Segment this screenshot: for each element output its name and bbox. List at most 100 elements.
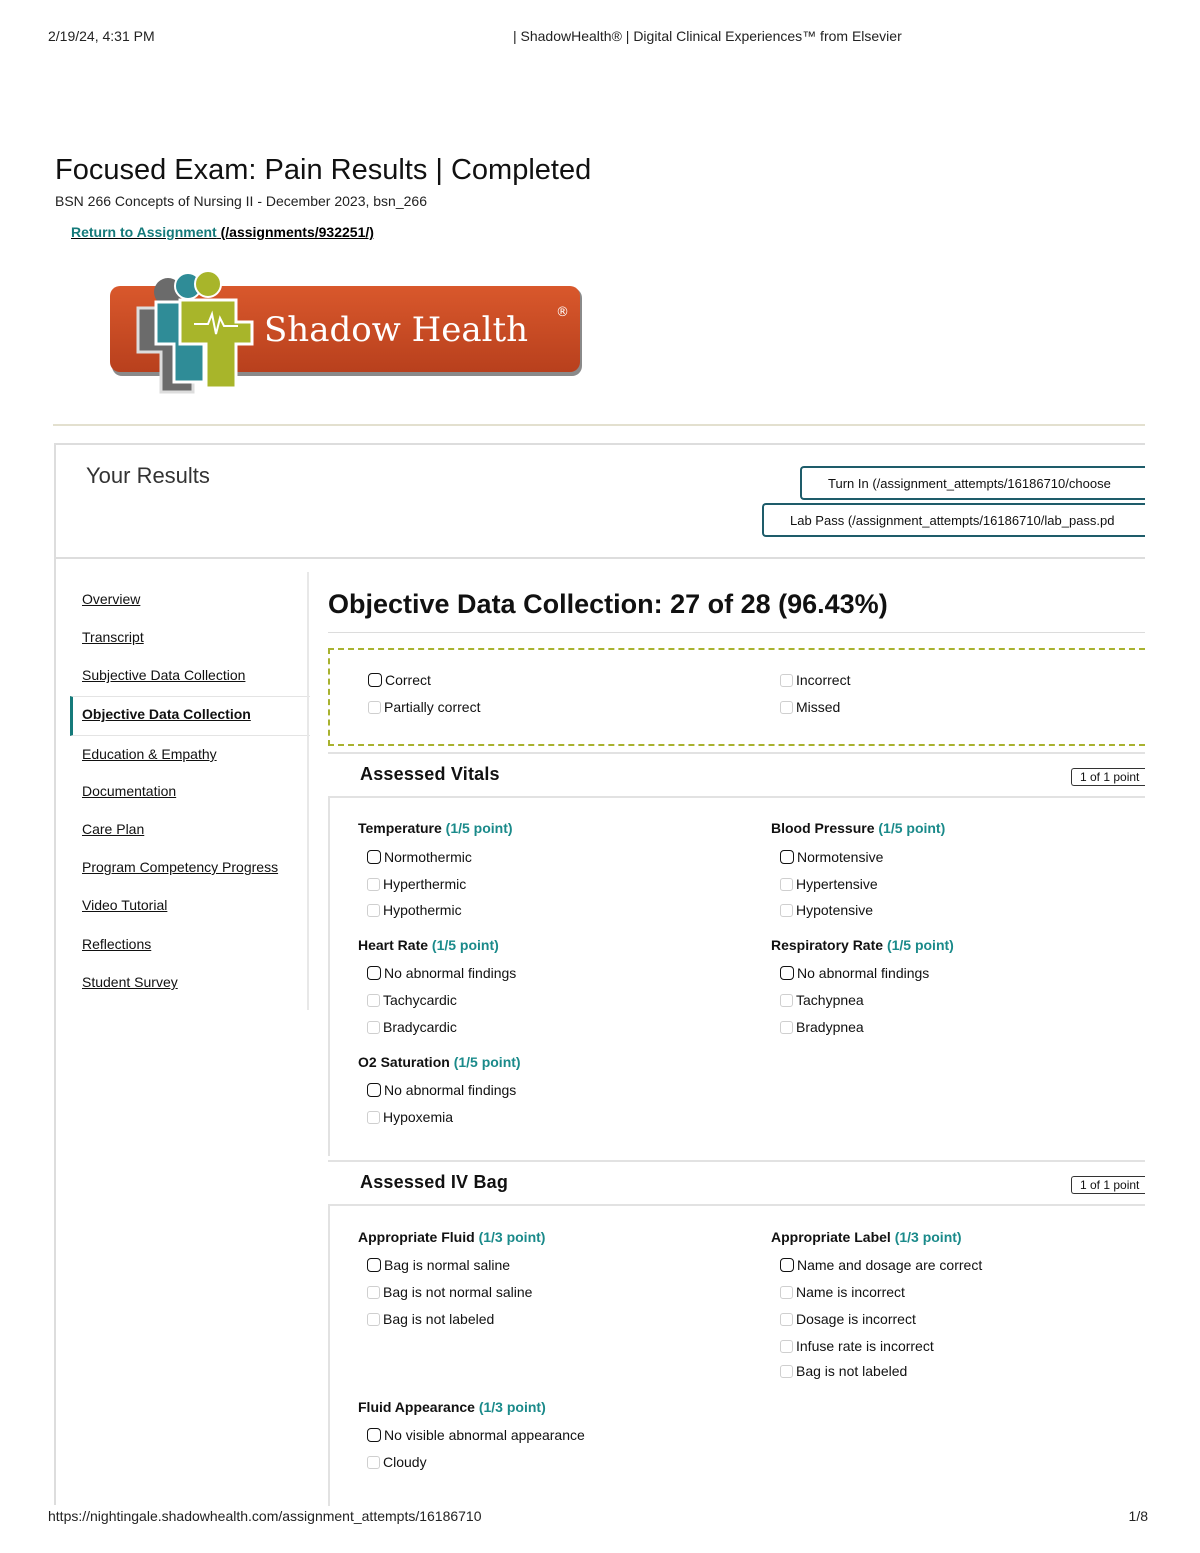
option-rr-no-abnormal-findings: No abnormal findings (780, 964, 929, 982)
section-header-assessed-vitals: Assessed Vitals 1 of 1 point (328, 752, 1145, 798)
legend-incorrect: Incorrect (780, 672, 850, 688)
checkbox-icon (368, 673, 382, 687)
category-temperature: Temperature (1/5 point) (358, 820, 513, 836)
checkbox-icon (367, 1258, 381, 1272)
checkbox-icon (780, 994, 793, 1007)
checkbox-icon (780, 966, 794, 980)
category-appropriate-label: Appropriate Label (1/3 point) (771, 1229, 962, 1245)
return-link-path: (/assignments/932251/) (216, 224, 374, 240)
nav-item-active: Objective Data Collection (70, 696, 310, 736)
nav-item-reflections[interactable]: Reflections (82, 936, 151, 952)
nav-item-transcript[interactable]: Transcript (82, 629, 144, 645)
checkbox-icon (367, 1286, 380, 1299)
checkbox-icon (780, 1365, 793, 1378)
option-name-is-incorrect: Name is incorrect (780, 1283, 905, 1301)
category-blood-pressure: Blood Pressure (1/5 point) (771, 820, 946, 836)
category-appropriate-fluid: Appropriate Fluid (1/3 point) (358, 1229, 546, 1245)
section-border (328, 1206, 330, 1506)
option-normothermic: Normothermic (367, 848, 472, 866)
logo-text: Shadow Health (264, 310, 528, 350)
category-respiratory-rate: Respiratory Rate (1/5 point) (771, 937, 954, 953)
option-normotensive: Normotensive (780, 848, 883, 866)
divider (53, 424, 1145, 426)
option-cloudy: Cloudy (367, 1453, 427, 1471)
print-date: 2/19/24, 4:31 PM (48, 28, 155, 44)
print-page-number: 1/8 (1128, 1508, 1148, 1524)
nav-item-overview[interactable]: Overview (82, 591, 140, 607)
option-hyperthermic: Hyperthermic (367, 875, 466, 893)
section-title: Assessed Vitals (360, 764, 500, 784)
divider (328, 632, 1145, 633)
option-hypotensive: Hypotensive (780, 901, 873, 919)
option-tachypnea: Tachypnea (780, 991, 864, 1009)
checkbox-icon (780, 1021, 793, 1034)
nav-item-subjective-data-collection[interactable]: Subjective Data Collection (82, 667, 245, 683)
points-badge: 1 of 1 point (1071, 1176, 1145, 1194)
nav-item-education-empathy[interactable]: Education & Empathy (82, 746, 217, 762)
results-header-panel: Your Results Turn In (/assignment_attemp… (54, 443, 1145, 559)
option-o2-no-abnormal-findings: No abnormal findings (367, 1081, 516, 1099)
lab-pass-button[interactable]: Lab Pass (/assignment_attempts/16186710/… (762, 503, 1145, 537)
content-frame-border (54, 559, 56, 1505)
checkbox-icon (780, 904, 793, 917)
points-badge: 1 of 1 point (1071, 768, 1145, 786)
nav-item-program-competency-progress[interactable]: Program Competency Progress (82, 859, 278, 875)
checkbox-icon (368, 701, 381, 714)
category-o2-saturation: O2 Saturation (1/5 point) (358, 1054, 521, 1070)
print-url: https://nightingale.shadowhealth.com/ass… (48, 1508, 482, 1524)
nav-item-video-tutorial[interactable]: Video Tutorial (82, 897, 167, 913)
checkbox-icon (367, 1428, 381, 1442)
turn-in-button[interactable]: Turn In (/assignment_attempts/16186710/c… (800, 466, 1145, 500)
legend: Correct Partially correct Incorrect Miss… (328, 648, 1145, 746)
checkbox-icon (780, 1340, 793, 1353)
results-title: Your Results (86, 463, 210, 488)
option-hypertensive: Hypertensive (780, 875, 878, 893)
section-header-assessed-iv-bag: Assessed IV Bag 1 of 1 point (328, 1160, 1145, 1206)
checkbox-icon (367, 1083, 381, 1097)
nav-item-care-plan[interactable]: Care Plan (82, 821, 144, 837)
category-fluid-appearance: Fluid Appearance (1/3 point) (358, 1399, 546, 1415)
nav-item-student-survey[interactable]: Student Survey (82, 974, 178, 990)
page-title: Focused Exam: Pain Results | Completed (55, 154, 592, 186)
checkbox-icon (367, 878, 380, 891)
svg-text:®: ® (556, 305, 569, 320)
section-title: Assessed IV Bag (360, 1172, 509, 1192)
checkbox-icon (367, 1456, 380, 1469)
legend-partially-correct: Partially correct (368, 699, 480, 715)
option-infuse-rate-is-incorrect: Infuse rate is incorrect (780, 1337, 934, 1355)
option-bag-is-normal-saline: Bag is normal saline (367, 1256, 510, 1274)
sidebar-divider (307, 572, 309, 1010)
option-dosage-is-incorrect: Dosage is incorrect (780, 1310, 916, 1328)
section-score-heading: Objective Data Collection: 27 of 28 (96.… (328, 589, 888, 619)
checkbox-icon (367, 966, 381, 980)
option-bag-is-not-labeled: Bag is not labeled (367, 1310, 494, 1328)
checkbox-icon (780, 878, 793, 891)
legend-missed: Missed (780, 699, 840, 715)
option-bag-is-not-normal-saline: Bag is not normal saline (367, 1283, 532, 1301)
checkbox-icon (780, 1286, 793, 1299)
option-no-visible-abnormal-appearance: No visible abnormal appearance (367, 1426, 585, 1444)
return-to-assignment-link[interactable]: Return to Assignment (/assignments/93225… (71, 224, 374, 240)
option-name-and-dosage-correct: Name and dosage are correct (780, 1256, 982, 1274)
section-border (328, 798, 330, 1156)
option-tachycardic: Tachycardic (367, 991, 457, 1009)
checkbox-icon (367, 850, 381, 864)
course-subtitle: BSN 266 Concepts of Nursing II - Decembe… (55, 193, 427, 209)
nav-item-objective-data-collection[interactable]: Objective Data Collection (82, 706, 251, 722)
category-heart-rate: Heart Rate (1/5 point) (358, 937, 499, 953)
option-hypothermic: Hypothermic (367, 901, 462, 919)
option-label-bag-is-not-labeled: Bag is not labeled (780, 1362, 907, 1380)
legend-correct: Correct (368, 672, 431, 688)
nav-item-documentation[interactable]: Documentation (82, 783, 176, 799)
checkbox-icon (367, 1111, 380, 1124)
checkbox-icon (780, 674, 793, 687)
return-link-text: Return to Assignment (71, 224, 217, 240)
option-bradycardic: Bradycardic (367, 1018, 457, 1036)
checkbox-icon (780, 701, 793, 714)
option-bradypnea: Bradypnea (780, 1018, 864, 1036)
checkbox-icon (367, 904, 380, 917)
checkbox-icon (367, 1021, 380, 1034)
option-hypoxemia: Hypoxemia (367, 1108, 453, 1126)
option-hr-no-abnormal-findings: No abnormal findings (367, 964, 516, 982)
shadow-health-logo: Shadow Health ® (108, 268, 584, 396)
